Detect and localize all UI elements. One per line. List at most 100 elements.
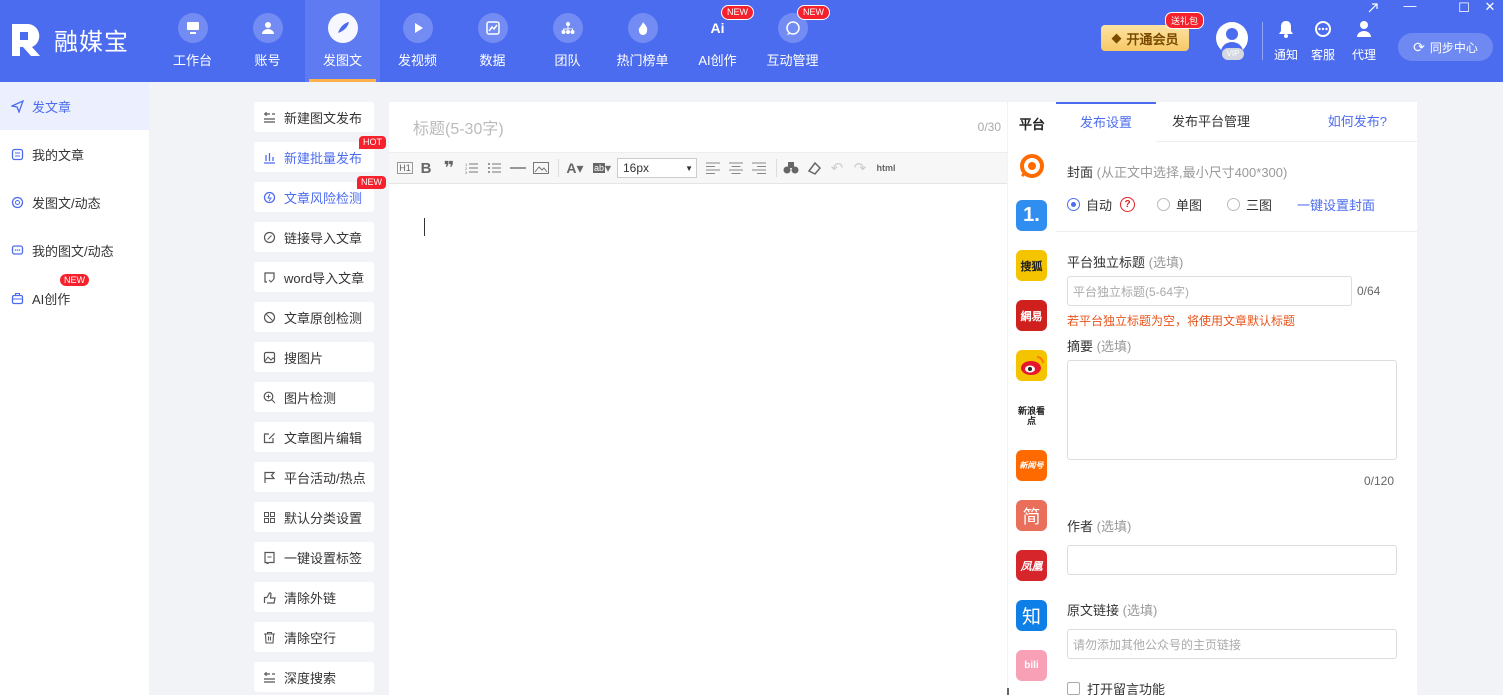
quote-icon[interactable]: ❞ bbox=[439, 158, 459, 178]
tool-link-import[interactable]: 链接导入文章 bbox=[254, 222, 374, 252]
tool-batch-post[interactable]: 新建批量发布 HOT bbox=[254, 136, 386, 172]
how-to-publish-link[interactable]: 如何发布? bbox=[1328, 102, 1387, 142]
align-right-icon[interactable] bbox=[749, 158, 769, 178]
tool-label: 搜图片 bbox=[284, 350, 324, 366]
cover-radio-auto[interactable]: 自动 ? bbox=[1067, 195, 1136, 214]
heading-icon[interactable]: H1 bbox=[397, 162, 413, 174]
nav-data[interactable]: 数据 bbox=[455, 0, 530, 82]
sidebar-item-ai-create[interactable]: AI创作 NEW bbox=[0, 274, 149, 322]
platform-fenghuang[interactable]: 凤凰 bbox=[1016, 550, 1047, 581]
tab-platform-management[interactable]: 发布平台管理 bbox=[1172, 102, 1250, 142]
radio-label: 单图 bbox=[1176, 198, 1203, 213]
sidebar-item-post-article[interactable]: 发文章 bbox=[0, 82, 149, 130]
tab-publish-settings[interactable]: 发布设置 bbox=[1056, 102, 1156, 142]
enable-comments-checkbox[interactable]: 打开留言功能 bbox=[1067, 679, 1165, 695]
tool-set-tags[interactable]: 一键设置标签 bbox=[254, 542, 374, 572]
one-click-cover-link[interactable]: 一键设置封面 bbox=[1297, 195, 1375, 214]
clear-format-icon[interactable] bbox=[804, 158, 824, 178]
new-badge: NEW bbox=[797, 5, 830, 20]
highlight-color-icon[interactable]: ab ▾ bbox=[590, 158, 614, 178]
sidebar-item-post-dynamic[interactable]: 发图文/动态 bbox=[0, 178, 149, 226]
platform-title-input[interactable]: 平台独立标题(5-64字) bbox=[1067, 276, 1352, 306]
nav-post-article[interactable]: 发图文 bbox=[305, 0, 380, 82]
agent-button[interactable]: 代理 bbox=[1344, 18, 1384, 63]
tool-search-image[interactable]: 搜图片 bbox=[254, 342, 374, 372]
app-logo[interactable]: 融媒宝 bbox=[8, 20, 129, 58]
source-link-input[interactable]: 请勿添加其他公众号的主页链接 bbox=[1067, 629, 1397, 659]
nav-ai-create[interactable]: Ai AI创作 NEW bbox=[680, 0, 755, 82]
optional-hint: (选填) bbox=[1096, 519, 1132, 534]
close-icon[interactable]: ✕ bbox=[1480, 0, 1500, 15]
tool-deep-search[interactable]: 深度搜索 bbox=[254, 662, 374, 692]
tool-image-check[interactable]: 图片检测 bbox=[254, 382, 374, 412]
cover-radio-single[interactable]: 单图 bbox=[1157, 195, 1202, 214]
unordered-list-icon[interactable] bbox=[485, 158, 505, 178]
platform-netease[interactable]: 網易 bbox=[1016, 300, 1047, 331]
summary-count: 0/120 bbox=[1364, 474, 1395, 488]
nav-label: 发视频 bbox=[397, 53, 437, 68]
play-icon bbox=[402, 13, 433, 43]
platform-baijiahao[interactable] bbox=[1016, 150, 1047, 181]
image-icon bbox=[262, 350, 276, 364]
maximize-icon[interactable]: ☐ bbox=[1454, 0, 1474, 16]
platform-zhihu[interactable]: 知 bbox=[1016, 600, 1047, 631]
undo-icon[interactable]: ↶ bbox=[827, 158, 847, 178]
align-left-icon[interactable] bbox=[703, 158, 723, 178]
platform-weibo[interactable] bbox=[1016, 350, 1047, 381]
scrollbar-thumb[interactable] bbox=[1007, 688, 1009, 695]
platform-bilibili[interactable]: bili bbox=[1016, 650, 1047, 681]
summary-textarea[interactable] bbox=[1067, 360, 1397, 460]
tool-platform-activity[interactable]: 平台活动/热点 bbox=[254, 462, 374, 492]
sidebar-item-my-articles[interactable]: 我的文章 bbox=[0, 130, 149, 178]
nav-hot-list[interactable]: 热门榜单 bbox=[605, 0, 680, 82]
author-input[interactable] bbox=[1067, 545, 1397, 575]
insert-image-icon[interactable] bbox=[531, 158, 551, 178]
ordered-list-icon[interactable]: 123 bbox=[462, 158, 482, 178]
nav-interaction[interactable]: 互动管理 NEW bbox=[755, 0, 830, 82]
platform-yidian[interactable]: 1. bbox=[1016, 200, 1047, 231]
font-color-icon[interactable]: A▾ bbox=[563, 158, 587, 178]
tool-remove-blank-lines[interactable]: 清除空行 bbox=[254, 622, 374, 652]
sync-center-button[interactable]: ⟳ 同步中心 bbox=[1398, 33, 1493, 61]
help-icon[interactable]: ? bbox=[1120, 197, 1136, 212]
nav-workbench[interactable]: 工作台 bbox=[155, 0, 230, 82]
horizontal-rule-icon[interactable] bbox=[508, 158, 528, 178]
find-replace-icon[interactable] bbox=[781, 158, 801, 178]
platform-column: 平台 1. 搜狐 網易 新浪看点 新闻号 简 凤凰 知 bili bbox=[1008, 102, 1056, 695]
tool-risk-check[interactable]: 文章风险检测 NEW bbox=[254, 176, 386, 212]
tool-new-post[interactable]: 新建图文发布 bbox=[254, 102, 374, 132]
article-title-input[interactable]: 标题(5-30字) bbox=[389, 102, 1007, 152]
redo-icon[interactable]: ↷ bbox=[850, 158, 870, 178]
checkbox-box bbox=[1067, 682, 1080, 695]
platform-xinwenquan[interactable]: 新闻号 bbox=[1016, 450, 1047, 481]
tool-image-edit[interactable]: 文章图片编辑 bbox=[254, 422, 374, 452]
sync-label: 同步中心 bbox=[1429, 40, 1478, 55]
nav-post-video[interactable]: 发视频 bbox=[380, 0, 455, 82]
section-divider bbox=[1056, 231, 1417, 232]
platform-sina-kandian[interactable]: 新浪看点 bbox=[1016, 400, 1047, 431]
align-center-icon[interactable] bbox=[726, 158, 746, 178]
tool-label: 图片检测 bbox=[284, 390, 337, 406]
panel-tabs: 发布设置 发布平台管理 如何发布? bbox=[1056, 102, 1417, 142]
agent-label: 代理 bbox=[1351, 48, 1376, 62]
minimize-icon[interactable]: — bbox=[1400, 0, 1420, 13]
tool-remove-links[interactable]: 清除外链 bbox=[254, 582, 374, 612]
font-size-value: 16px bbox=[623, 161, 650, 175]
font-size-select[interactable]: 16px ▼ bbox=[617, 158, 697, 178]
briefcase-icon bbox=[10, 291, 24, 305]
cover-radio-triple[interactable]: 三图 bbox=[1227, 195, 1272, 214]
html-source-button[interactable]: html bbox=[873, 158, 899, 178]
nav-account[interactable]: 账号 bbox=[230, 0, 305, 82]
tool-default-category[interactable]: 默认分类设置 bbox=[254, 502, 374, 532]
bold-icon[interactable]: B bbox=[416, 158, 436, 178]
platform-sohu[interactable]: 搜狐 bbox=[1016, 250, 1047, 281]
notify-button[interactable]: 通知 bbox=[1266, 18, 1306, 63]
tool-label: 文章风险检测 bbox=[284, 190, 363, 206]
tool-word-import[interactable]: word导入文章 bbox=[254, 262, 374, 292]
service-button[interactable]: 客服 bbox=[1303, 18, 1343, 63]
pin-icon[interactable] bbox=[1363, 2, 1383, 17]
sidebar-item-my-dynamic[interactable]: 我的图文/动态 bbox=[0, 226, 149, 274]
platform-jianshu[interactable]: 简 bbox=[1016, 500, 1047, 531]
tool-original-check[interactable]: 文章原创检测 bbox=[254, 302, 374, 332]
nav-team[interactable]: 团队 bbox=[530, 0, 605, 82]
